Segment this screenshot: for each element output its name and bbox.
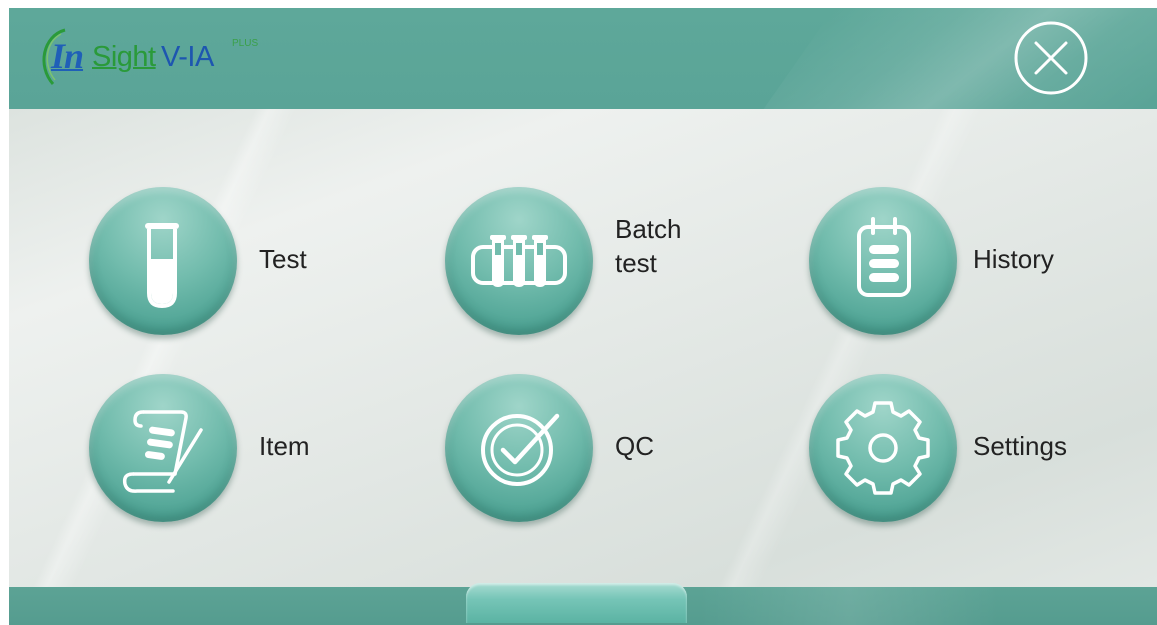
batch-test-button-disc <box>445 187 593 335</box>
insight-logo: In Sight V-IA PLUS <box>35 22 295 92</box>
batch-test-button[interactable]: Batch test <box>445 187 725 337</box>
clipboard-list-icon <box>857 217 911 297</box>
qc-button[interactable]: QC <box>445 374 705 524</box>
logo-text-model: V-IA <box>161 41 214 73</box>
history-button[interactable]: History <box>809 187 1099 337</box>
settings-button[interactable]: Settings <box>809 374 1109 524</box>
test-button[interactable]: Test <box>89 187 349 337</box>
batch-test-label-line1: Batch <box>615 214 682 244</box>
test-tube-rack-icon <box>471 235 567 287</box>
check-circle-icon <box>481 413 560 486</box>
settings-button-disc <box>809 374 957 522</box>
item-label: Item <box>259 431 310 461</box>
item-button-disc <box>89 374 237 522</box>
batch-test-label-line2: test <box>615 248 657 278</box>
history-label: History <box>973 244 1054 274</box>
test-tube-icon <box>145 223 179 309</box>
scroll-pen-icon <box>122 410 203 493</box>
close-button[interactable] <box>1010 20 1092 96</box>
bottom-bar-sheen <box>699 587 999 625</box>
logo-text-plus: PLUS <box>232 38 259 49</box>
home-tab-button[interactable] <box>466 583 687 623</box>
qc-button-disc <box>445 374 593 522</box>
logo-text-sight: Sight <box>92 41 156 73</box>
item-button[interactable]: Item <box>89 374 349 524</box>
gear-icon <box>836 401 930 495</box>
header-bar: In Sight V-IA PLUS <box>9 8 1157 109</box>
settings-label: Settings <box>973 431 1067 461</box>
qc-label: QC <box>615 431 654 461</box>
logo-text-in: In <box>51 36 84 76</box>
main-screen: In Sight V-IA PLUS Test Batch test Histo… <box>9 8 1157 625</box>
history-button-disc <box>809 187 957 335</box>
test-label: Test <box>259 244 307 274</box>
close-circle-icon <box>1014 21 1088 95</box>
test-button-disc <box>89 187 237 335</box>
